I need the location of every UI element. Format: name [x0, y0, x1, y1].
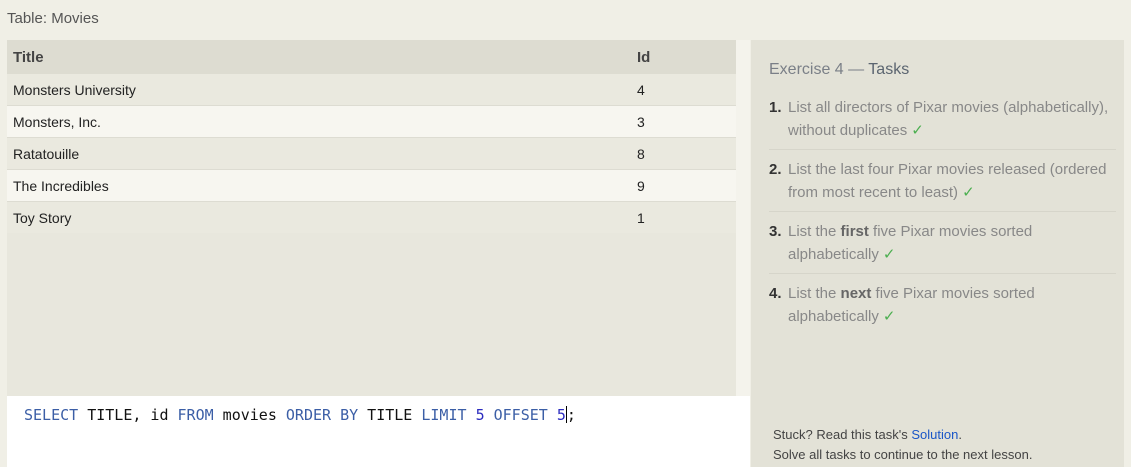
check-icon: ✓ [882, 307, 896, 325]
task-list: 1. List all directors of Pixar movies (a… [769, 95, 1116, 342]
task-text: List all directors of Pixar movies (alph… [788, 97, 1116, 142]
check-icon: ✓ [911, 121, 924, 139]
sql-query-text[interactable]: SELECT TITLE, id FROM movies ORDER BY TI… [24, 406, 576, 424]
task-text-emphasis: next [840, 285, 872, 302]
results-table: Title Id Monsters University 4 Monsters,… [7, 40, 736, 396]
sql-keyword: LIMIT [421, 406, 467, 424]
table-row: Monsters University 4 [7, 74, 736, 106]
cell-id: 8 [637, 145, 645, 162]
task-text-pre: List the [788, 285, 841, 302]
sql-keyword: FROM [177, 406, 214, 424]
sql-keyword: OFFSET [493, 406, 548, 424]
task-item: 1. List all directors of Pixar movies (a… [769, 95, 1116, 150]
task-item: 2. List the last four Pixar movies relea… [769, 157, 1116, 212]
column-header-id: Id [637, 48, 651, 66]
sql-terminator: ; [566, 406, 576, 424]
table-row: Monsters, Inc. 3 [7, 106, 736, 138]
sql-table: movies [213, 406, 286, 424]
cell-title: Toy Story [13, 209, 72, 226]
task-number: 3. [769, 223, 782, 240]
table-row: The Incredibles 9 [7, 170, 736, 202]
cell-id: 4 [637, 81, 645, 98]
task-text: List the last four Pixar movies released… [788, 159, 1116, 204]
task-text-emphasis: first [840, 223, 869, 240]
cell-title: Monsters University [13, 81, 136, 98]
cell-id: 9 [637, 177, 645, 194]
results-scrollbar[interactable] [736, 40, 750, 396]
table-row: Ratatouille 8 [7, 138, 736, 170]
task-item: 3. List the first five Pixar movies sort… [769, 219, 1116, 274]
task-text-pre: List all directors of Pixar movies (alph… [788, 99, 1109, 139]
task-text: List the next five Pixar movies sorted a… [788, 283, 1116, 328]
exercise-panel: Exercise 4 — Tasks 1. List all directors… [751, 40, 1124, 467]
task-text: List the first five Pixar movies sorted … [788, 221, 1116, 266]
stuck-text: Stuck? Read this task's [773, 427, 912, 442]
sql-editor[interactable]: SELECT TITLE, id FROM movies ORDER BY TI… [7, 396, 750, 467]
task-text-pre: List the last four Pixar movies released… [788, 161, 1107, 201]
stuck-period: . [958, 427, 962, 442]
cell-title: The Incredibles [13, 177, 109, 194]
task-number: 4. [769, 285, 782, 302]
task-number: 2. [769, 161, 782, 178]
table-caption: Table: Movies [7, 10, 99, 27]
solution-link[interactable]: Solution [911, 427, 958, 442]
task-item: 4. List the next five Pixar movies sorte… [769, 281, 1116, 335]
table-row: Toy Story 1 [7, 202, 736, 233]
column-header-title: Title [13, 48, 44, 66]
cell-title: Ratatouille [13, 145, 80, 162]
sql-keyword: SELECT [24, 406, 79, 424]
task-text-pre: List the [788, 223, 841, 240]
sql-number: 5 [556, 406, 566, 424]
task-number: 1. [769, 99, 782, 116]
check-icon: ✓ [882, 245, 896, 263]
cell-id: 1 [637, 209, 645, 226]
exercise-title: Exercise 4 — Tasks [769, 61, 909, 79]
check-icon: ✓ [962, 183, 975, 201]
cell-title: Monsters, Inc. [13, 113, 101, 130]
cell-id: 3 [637, 113, 645, 130]
exercise-title-prefix: Exercise 4 — [769, 61, 869, 78]
sql-number: 5 [475, 406, 485, 424]
sql-columns: TITLE, id [78, 406, 178, 424]
exercise-title-tasks: Tasks [868, 61, 910, 78]
sql-keyword: ORDER BY [285, 406, 359, 424]
help-footer: Stuck? Read this task's Solution. Solve … [773, 425, 1032, 465]
sql-order-column: TITLE [358, 406, 422, 424]
stuck-line: Stuck? Read this task's Solution. [773, 425, 1032, 445]
table-header: Title Id [7, 40, 736, 74]
continue-hint: Solve all tasks to continue to the next … [773, 447, 1033, 462]
